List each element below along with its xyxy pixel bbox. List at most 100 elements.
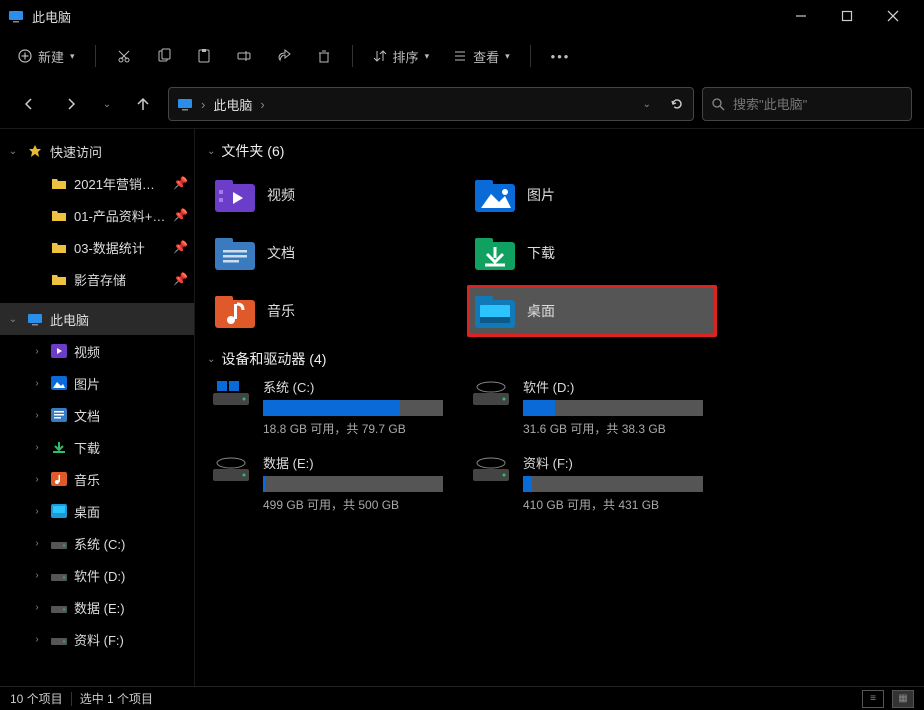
copy-button[interactable] [146, 39, 182, 73]
address-row: ⌄ › 此电脑 › ⌄ [0, 80, 924, 128]
main: ⌄ 快速访问 2021年营销活动&客📌 01-产品资料+图片📌 03-数据统计📌… [0, 128, 924, 686]
sidebar-item-qa-0[interactable]: 2021年营销活动&客📌 [0, 167, 194, 199]
videos-icon [215, 178, 255, 212]
sidebar-item-qa-3[interactable]: 影音存储📌 [0, 263, 194, 295]
folder-item-music[interactable]: 音乐 [207, 285, 457, 337]
sidebar-item-qa-1[interactable]: 01-产品资料+图片📌 [0, 199, 194, 231]
sidebar-item-drive-d[interactable]: ›软件 (D:) [0, 559, 194, 591]
sidebar-item-drive-c[interactable]: ›系统 (C:) [0, 527, 194, 559]
drive-icon [211, 453, 251, 483]
group-drives-header[interactable]: ⌄ 设备和驱动器 (4) [207, 349, 912, 369]
address-dropdown[interactable]: ⌄ [643, 99, 651, 110]
drive-icon [471, 453, 511, 483]
breadcrumb-this-pc[interactable]: 此电脑 [213, 95, 252, 114]
folder-icon [50, 174, 68, 192]
sidebar-this-pc[interactable]: ⌄ 此电脑 [0, 303, 194, 335]
drive-icon [471, 377, 511, 407]
drive-item-d[interactable]: 软件 (D:) 31.6 GB 可用，共 38.3 GB [467, 377, 717, 437]
forward-button[interactable] [54, 87, 88, 121]
this-pc-icon [8, 8, 24, 24]
sidebar-item-videos[interactable]: ›视频 [0, 335, 194, 367]
up-button[interactable] [126, 87, 160, 121]
delete-button[interactable] [306, 39, 342, 73]
status-selected-count: 选中 1 个项目 [80, 690, 153, 707]
address-bar[interactable]: › 此电脑 › ⌄ [168, 87, 694, 121]
pictures-icon [475, 178, 515, 212]
recent-button[interactable]: ⌄ [96, 87, 118, 121]
share-button[interactable] [266, 39, 302, 73]
drive-item-e[interactable]: 数据 (E:) 499 GB 可用，共 500 GB [207, 453, 457, 513]
folder-label: 文档 [267, 243, 295, 263]
chevron-down-icon: ⌄ [207, 146, 215, 157]
music-icon [215, 294, 255, 328]
paste-button[interactable] [186, 39, 222, 73]
sidebar-item-drive-f[interactable]: ›资料 (F:) [0, 623, 194, 655]
view-icon [453, 49, 467, 63]
sidebar-item-documents[interactable]: ›文档 [0, 399, 194, 431]
downloads-icon [475, 236, 515, 270]
refresh-button[interactable] [669, 96, 685, 112]
folder-icon [50, 238, 68, 256]
drive-icon [50, 630, 68, 648]
search-icon [711, 97, 725, 111]
status-bar: 10 个项目 选中 1 个项目 ≡ ▦ [0, 686, 924, 710]
this-pc-icon [26, 310, 44, 328]
more-button[interactable]: ••• [541, 39, 581, 73]
this-pc-icon [177, 96, 193, 112]
new-button[interactable]: 新建 ▾ [8, 39, 85, 73]
tiles-view-button[interactable]: ▦ [892, 690, 914, 708]
sidebar-item-music[interactable]: ›音乐 [0, 463, 194, 495]
group-drives: ⌄ 设备和驱动器 (4) 系统 (C:) 18.8 GB 可用，共 79.7 G… [207, 349, 912, 513]
pictures-icon [50, 374, 68, 392]
music-icon [50, 470, 68, 488]
drive-stat: 31.6 GB 可用，共 38.3 GB [523, 420, 713, 437]
chevron-down-icon: ▾ [505, 51, 510, 62]
close-button[interactable] [870, 0, 916, 32]
maximize-button[interactable] [824, 0, 870, 32]
group-folders: ⌄ 文件夹 (6) 视频 图片 文档 下载 [207, 141, 912, 337]
drive-icon [50, 534, 68, 552]
pin-icon: 📌 [173, 208, 188, 222]
folder-item-desktop[interactable]: 桌面 [467, 285, 717, 337]
search-input[interactable] [733, 97, 903, 112]
chevron-right-icon: › [30, 410, 44, 421]
back-button[interactable] [12, 87, 46, 121]
drive-stat: 18.8 GB 可用，共 79.7 GB [263, 420, 453, 437]
search-box[interactable] [702, 87, 912, 121]
folder-item-downloads[interactable]: 下载 [467, 227, 717, 279]
window-controls [778, 0, 916, 32]
cut-button[interactable] [106, 39, 142, 73]
sidebar-item-downloads[interactable]: ›下载 [0, 431, 194, 463]
quick-access-label: 快速访问 [50, 142, 188, 161]
details-view-button[interactable]: ≡ [862, 690, 884, 708]
minimize-button[interactable] [778, 0, 824, 32]
rename-icon [236, 48, 252, 64]
rename-button[interactable] [226, 39, 262, 73]
drive-name: 资料 (F:) [523, 453, 713, 472]
sidebar-item-pictures[interactable]: ›图片 [0, 367, 194, 399]
sidebar-item-qa-2[interactable]: 03-数据统计📌 [0, 231, 194, 263]
group-folders-header[interactable]: ⌄ 文件夹 (6) [207, 141, 912, 161]
star-icon [26, 142, 44, 160]
sort-button[interactable]: 排序 ▾ [363, 39, 440, 73]
trash-icon [316, 48, 332, 64]
folder-item-videos[interactable]: 视频 [207, 169, 457, 221]
sidebar-item-desktop[interactable]: ›桌面 [0, 495, 194, 527]
folder-label: 图片 [527, 185, 555, 205]
sidebar-item-drive-e[interactable]: ›数据 (E:) [0, 591, 194, 623]
window-title: 此电脑 [32, 7, 778, 26]
chevron-down-icon: ▾ [70, 51, 75, 62]
drive-item-c[interactable]: 系统 (C:) 18.8 GB 可用，共 79.7 GB [207, 377, 457, 437]
drive-item-f[interactable]: 资料 (F:) 410 GB 可用，共 431 GB [467, 453, 717, 513]
documents-icon [215, 236, 255, 270]
view-button[interactable]: 查看 ▾ [443, 39, 520, 73]
folder-item-pictures[interactable]: 图片 [467, 169, 717, 221]
pin-icon: 📌 [173, 272, 188, 286]
chevron-right-icon: › [30, 474, 44, 485]
sidebar-quick-access[interactable]: ⌄ 快速访问 [0, 135, 194, 167]
system-drive-icon [211, 377, 251, 407]
more-icon: ••• [551, 49, 571, 64]
drive-name: 数据 (E:) [263, 453, 453, 472]
folder-item-documents[interactable]: 文档 [207, 227, 457, 279]
new-label: 新建 [38, 47, 64, 66]
